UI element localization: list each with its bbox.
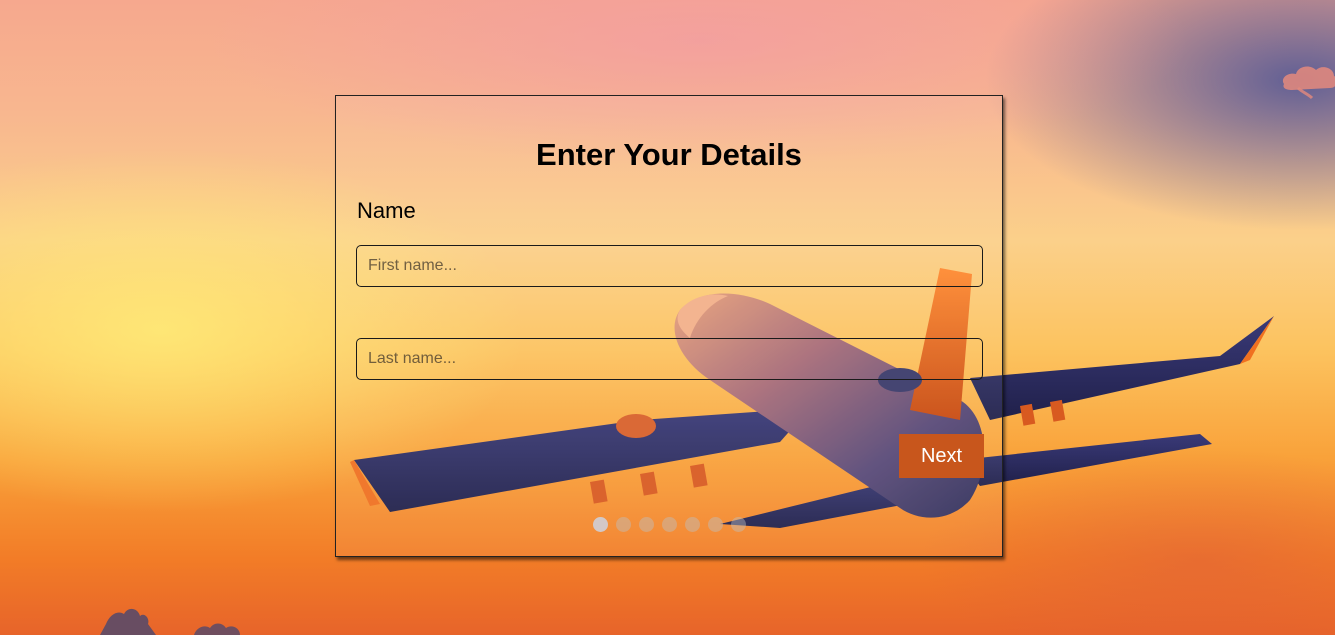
step-dot-2 — [616, 517, 631, 532]
last-name-input[interactable] — [356, 338, 983, 380]
dark-cloud-silhouette — [100, 608, 240, 635]
step-dot-1 — [593, 517, 608, 532]
step-indicator — [593, 517, 746, 533]
step-dot-7 — [731, 517, 746, 532]
form-title: Enter Your Details — [536, 137, 802, 172]
details-form-card: Enter Your Details Name Next — [335, 95, 1003, 557]
first-name-input[interactable] — [356, 245, 983, 287]
step-dot-5 — [685, 517, 700, 532]
next-button[interactable]: Next — [899, 434, 984, 478]
name-section-label: Name — [357, 198, 416, 223]
step-dot-3 — [639, 517, 654, 532]
step-dot-6 — [708, 517, 723, 532]
cloud-shape — [1283, 66, 1335, 100]
step-dot-4 — [662, 517, 677, 532]
